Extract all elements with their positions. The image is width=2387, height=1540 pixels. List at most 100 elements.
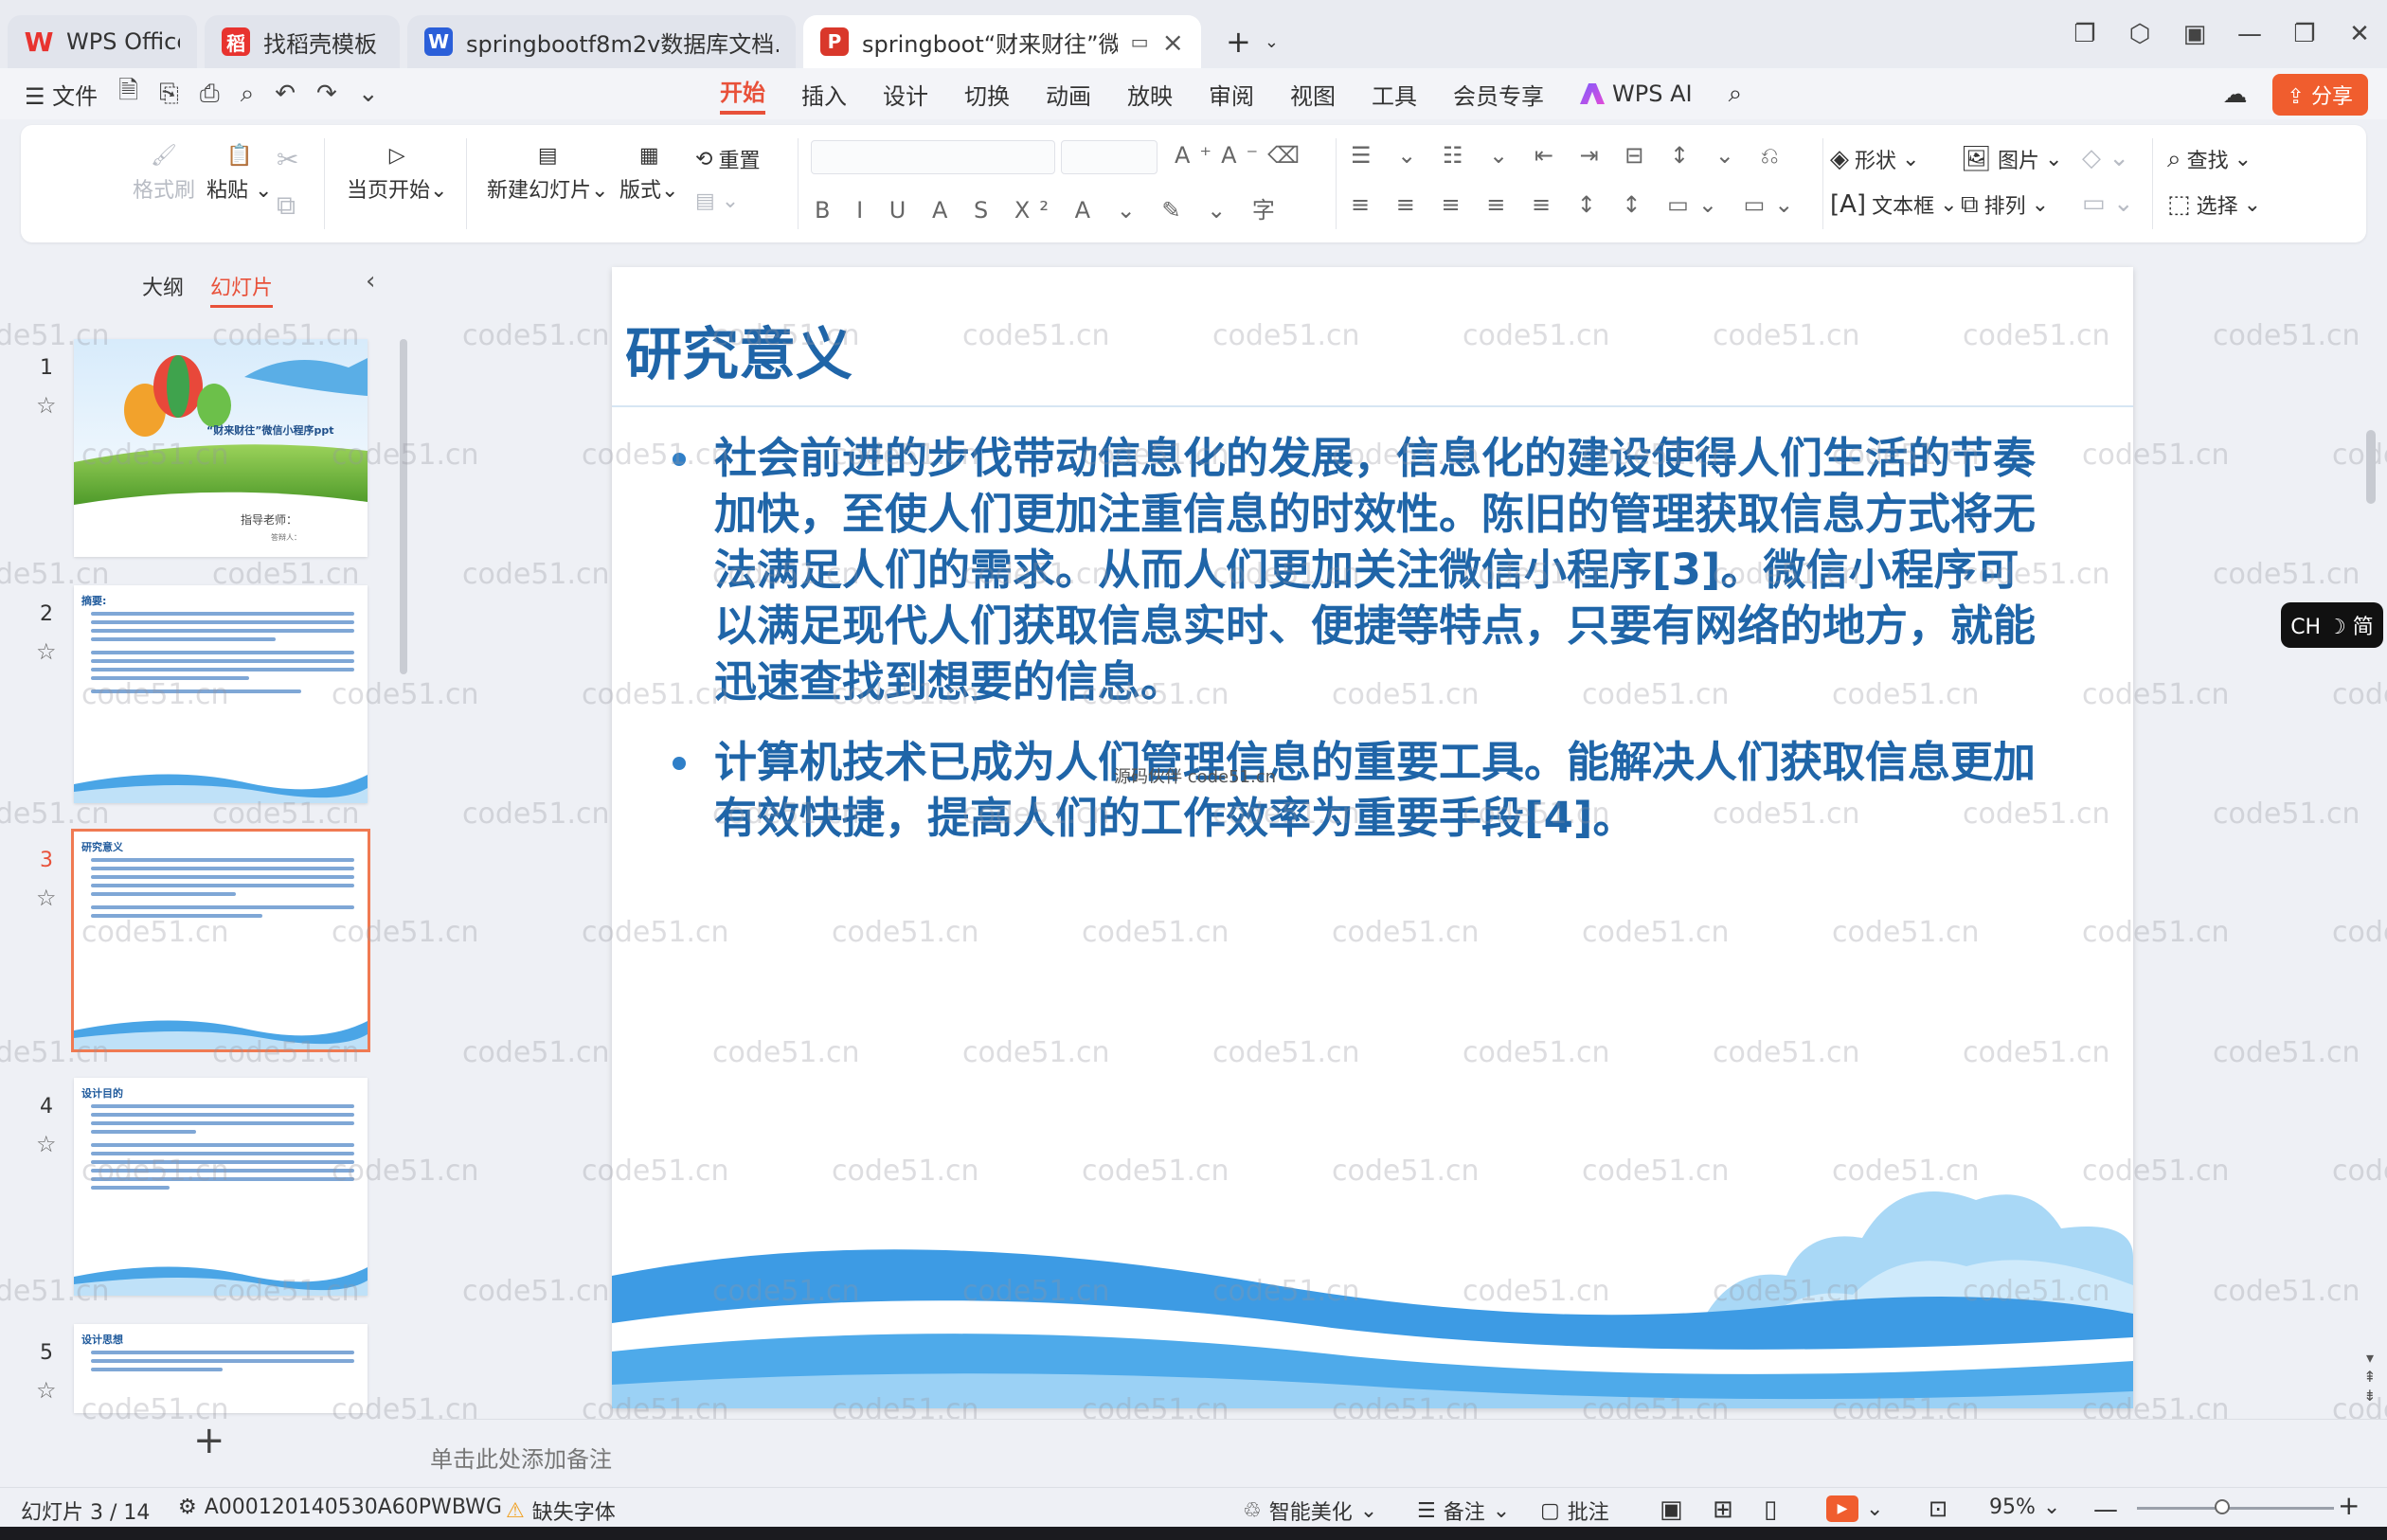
close-window-icon[interactable]: ✕ <box>2332 20 2387 48</box>
undo-icon[interactable]: ↶ <box>275 80 296 108</box>
slide-thumbnail[interactable]: “财来财往”微信小程序ppt 指导老师： 答辩人： <box>74 339 368 557</box>
ime-language-badge[interactable]: CH ☽ 简 <box>2281 602 2383 648</box>
window-layout-icon[interactable]: ❐ <box>2057 20 2112 48</box>
tab-view[interactable]: 视图 <box>1290 78 1336 111</box>
print-icon[interactable]: ⎙ <box>200 80 220 109</box>
slide-thumbnail[interactable]: 设计目的 <box>74 1078 368 1296</box>
slide-thumbnail[interactable]: 摘要: <box>74 585 368 803</box>
page-nav-arrows[interactable]: ▾ ⇞ ⇟ <box>2360 1349 2379 1406</box>
wps-ai-button[interactable]: WPS AI <box>1580 81 1693 107</box>
comments-button[interactable]: ▢ 批注 <box>1540 1495 1609 1526</box>
slide-thumbnail-active[interactable]: 研究意义 <box>71 829 370 1052</box>
fill-color-icon[interactable]: ◇ ⌄ <box>2082 144 2129 172</box>
zoom-level[interactable]: 95% ⌄ <box>1989 1495 2060 1519</box>
layout-button[interactable]: ▦ 版式⌄ <box>619 144 678 204</box>
paragraph-controls-top[interactable]: ☰ ⌄ ☷ ⌄ ⇤ ⇥ ⊟ ↕ ⌄ ⎌ <box>1351 142 1788 169</box>
minimize-icon[interactable]: — <box>2222 20 2277 48</box>
star-icon[interactable]: ☆ <box>36 885 57 911</box>
tab-slides[interactable]: 幻灯片 <box>210 271 274 308</box>
star-icon[interactable]: ☆ <box>36 1377 57 1404</box>
tab-membership[interactable]: 会员专享 <box>1453 78 1544 111</box>
section-icon[interactable]: ▤ ⌄ <box>695 189 739 213</box>
share-button[interactable]: ⇪ 分享 <box>2271 74 2368 116</box>
file-menu[interactable]: ☰ 文件 <box>25 78 98 111</box>
font-size-controls[interactable]: A⁺A⁻⌫ <box>1175 142 1309 169</box>
star-icon[interactable]: ☆ <box>36 392 57 419</box>
redo-icon[interactable]: ↷ <box>316 80 337 108</box>
slide-bullet-list[interactable]: 社会前进的步伐带动信息化的发展，信息化的建设使得人们生活的节奏加快，至使人们更加… <box>673 430 2059 870</box>
format-painter-button[interactable]: 🖌 格式刷 <box>133 144 195 204</box>
monitor-icon[interactable]: ▭ <box>1131 30 1149 53</box>
print-preview-icon[interactable]: ⌕ <box>241 80 255 109</box>
arrange-button[interactable]: ⧉ 排列 ⌄ <box>1961 189 2049 220</box>
avatar[interactable]: ▣ <box>2167 20 2222 48</box>
tab-animation[interactable]: 动画 <box>1046 78 1091 111</box>
slide-title[interactable]: 研究意义 <box>625 309 852 391</box>
slide-bullet[interactable]: 计算机技术已成为人们管理信息的重要工具。能解决人们获取信息更加有效快捷，提高人们… <box>673 734 2059 846</box>
normal-view-icon[interactable]: ▣ <box>1660 1495 1683 1524</box>
grid-view-icon[interactable]: ⊞ <box>1713 1495 1733 1524</box>
font-size-select[interactable] <box>1061 140 1158 174</box>
slide-editor[interactable]: 研究意义 社会前进的步伐带动信息化的发展，信息化的建设使得人们生活的节奏加快，至… <box>612 267 2133 1408</box>
fit-window-icon[interactable]: ⊡ <box>1929 1495 1947 1522</box>
maximize-icon[interactable]: ❐ <box>2277 20 2332 48</box>
play-from-current-button[interactable]: ▷ 当页开始⌄ <box>347 144 447 204</box>
cube-icon[interactable]: ⬡ <box>2112 20 2167 48</box>
shape-button[interactable]: ◈ 形状 ⌄ <box>1830 144 1919 174</box>
paste-button[interactable]: 📋 粘贴 ⌄ <box>206 144 272 204</box>
notes-toggle-button[interactable]: ☰ 备注 ⌄ <box>1417 1495 1510 1526</box>
close-tab-icon[interactable]: × <box>1162 27 1184 58</box>
tab-slideshow[interactable]: 放映 <box>1127 78 1173 111</box>
paragraph-controls-bottom[interactable]: ≡ ≡ ≡ ≡ ≡ ↕ ↕ ▭⌄ ▭⌄ <box>1351 191 1803 218</box>
new-tab-button[interactable]: + ⌄ <box>1209 15 1279 68</box>
tab-word-doc[interactable]: W springbootf8m2v数据库文档.doc <box>407 15 796 68</box>
star-icon[interactable]: ☆ <box>36 638 57 665</box>
tab-ppt-doc[interactable]: P springboot“财来财往”微信 ▭ × <box>803 15 1201 68</box>
tab-wps-office[interactable]: W WPS Office <box>8 15 197 68</box>
search-icon[interactable]: ⌕ <box>1729 80 1743 109</box>
copy-icon[interactable]: ⧉ <box>277 189 296 222</box>
canvas-scrollbar[interactable] <box>2366 430 2376 504</box>
export-icon[interactable]: ⎘ <box>159 80 179 109</box>
slide-thumbnail[interactable]: 设计思想 <box>74 1324 368 1413</box>
missing-font-button[interactable]: ⚠ 缺失字体 <box>506 1495 616 1526</box>
find-button[interactable]: ⌕ 查找 ⌄ <box>2167 144 2252 174</box>
status-bar: 幻灯片 3 / 14 ⚙ A000120140530A60PWBWG ⚠ 缺失字体 … <box>0 1487 2387 1527</box>
collapse-panel-icon[interactable]: ‹ <box>366 267 375 295</box>
tab-outline[interactable]: 大纲 <box>142 271 184 308</box>
slide-bullet[interactable]: 社会前进的步伐带动信息化的发展，信息化的建设使得人们生活的节奏加快，至使人们更加… <box>673 430 2059 709</box>
smart-beautify-button[interactable]: ♲ 智能美化 ⌄ <box>1243 1495 1377 1526</box>
cloud-upload-icon[interactable]: ☁ <box>2223 81 2248 109</box>
select-button[interactable]: ⬚ 选择 ⌄ <box>2167 189 2261 220</box>
notes-pane[interactable]: 单击此处添加备注 <box>417 1419 2387 1487</box>
tab-tools[interactable]: 工具 <box>1372 78 1417 111</box>
font-style-controls[interactable]: B I U A S X² A ⌄ ✎ ⌄ 字 <box>815 191 1284 224</box>
picture-button[interactable]: 🖼 图片 ⌄ <box>1961 144 2062 174</box>
zoom-out-icon[interactable]: — <box>2093 1495 2118 1524</box>
slideshow-button[interactable]: ▶ ⌄ <box>1826 1495 1883 1522</box>
outline-icon[interactable]: ▭ ⌄ <box>2082 189 2134 218</box>
reset-button[interactable]: ⟲ 重置 <box>695 144 760 174</box>
tab-transition[interactable]: 切换 <box>964 78 1010 111</box>
tab-home[interactable]: 开始 <box>720 74 765 115</box>
font-family-select[interactable] <box>811 140 1055 174</box>
zoom-slider-track[interactable] <box>2137 1507 2334 1510</box>
star-icon[interactable]: ☆ <box>36 1131 57 1157</box>
reading-view-icon[interactable]: ▯ <box>1764 1495 1777 1524</box>
tab-docer[interactable]: 稻 找稻壳模板 <box>205 15 400 68</box>
textbox-button[interactable]: [A] 文本框 ⌄ <box>1830 189 1958 220</box>
tab-review[interactable]: 审阅 <box>1209 78 1254 111</box>
thumbnail-scrollbar[interactable] <box>400 339 407 674</box>
doc-id[interactable]: ⚙ A000120140530A60PWBWG <box>178 1495 502 1519</box>
cut-icon[interactable]: ✂ <box>277 144 298 175</box>
chevron-down-icon[interactable]: ⌄ <box>358 80 379 108</box>
thumbnail-title: 设计思想 <box>81 1334 123 1346</box>
zoom-slider-knob[interactable] <box>2215 1499 2230 1514</box>
add-slide-button[interactable]: + <box>193 1419 225 1462</box>
tab-design[interactable]: 设计 <box>883 78 928 111</box>
tab-insert[interactable]: 插入 <box>801 78 847 111</box>
thumbnail-signer: 答辩人： <box>271 533 301 542</box>
save-icon[interactable]: 🗎 <box>118 73 138 115</box>
zoom-in-icon[interactable]: + <box>2338 1490 2360 1521</box>
new-slide-button[interactable]: ▤ 新建幻灯片⌄ <box>487 144 608 204</box>
